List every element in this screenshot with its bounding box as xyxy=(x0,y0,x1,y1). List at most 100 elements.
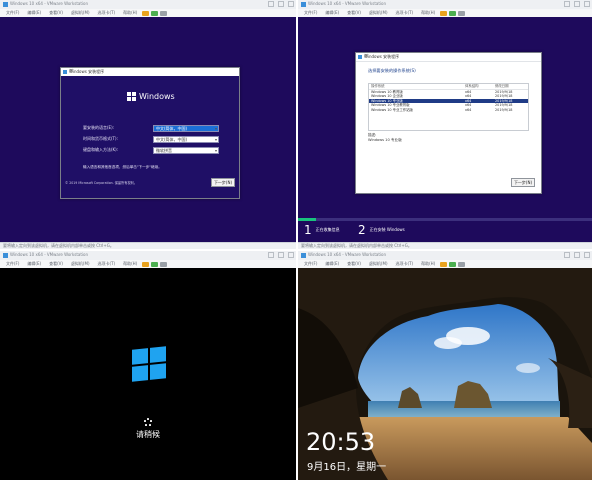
pause-icon[interactable] xyxy=(142,10,150,16)
fullscreen-icon[interactable] xyxy=(160,10,168,16)
menu-help[interactable]: 帮助(H) xyxy=(418,261,438,267)
menu-tabs[interactable]: 选项卡(T) xyxy=(393,10,417,16)
pause-icon[interactable] xyxy=(440,10,448,16)
next-button[interactable]: 下一步(N) xyxy=(211,178,235,187)
time-format-select[interactable]: 中文(简体，中国) ▾ xyxy=(153,135,219,143)
setup-body: Windows 要安装的语言(E): 中文(简体，中国) ▾ 时间和货币格式(T)… xyxy=(61,76,239,198)
menu-tabs[interactable]: 选项卡(T) xyxy=(95,261,119,267)
menu-help[interactable]: 帮助(H) xyxy=(120,261,140,267)
menu-view[interactable]: 查看(V) xyxy=(46,10,66,16)
maximize-button[interactable] xyxy=(278,1,284,7)
chevron-down-icon: ▾ xyxy=(214,147,217,153)
snapshot-icon[interactable] xyxy=(151,10,159,16)
dialog-close-icon[interactable]: × xyxy=(69,68,237,74)
close-button[interactable] xyxy=(288,1,294,7)
menu-edit[interactable]: 编辑(E) xyxy=(322,10,342,16)
fullscreen-icon[interactable] xyxy=(458,10,466,16)
vm-window-boot: Windows 10 x64 - VMware Workstation 文件(F… xyxy=(0,251,296,480)
menu-file[interactable]: 文件(F) xyxy=(3,10,22,16)
menu-tabs[interactable]: 选项卡(T) xyxy=(95,10,119,16)
menu-view[interactable]: 查看(V) xyxy=(344,10,364,16)
dialog-titlebar: Windows 安装程序 × xyxy=(356,53,541,62)
menu-help[interactable]: 帮助(H) xyxy=(418,10,438,16)
vm-display[interactable]: Windows 安装程序 × 选择要安装的操作系统(S) 操作系统 体系结构 修… xyxy=(298,17,592,243)
col-arch: 体系结构 xyxy=(465,84,479,88)
keyboard-field-row: 键盘和输入方法(K): 微软拼音 ▾ xyxy=(83,146,219,154)
snapshot-icon[interactable] xyxy=(151,261,159,267)
snapshot-icon[interactable] xyxy=(449,10,457,16)
lockscreen-time: 20:53 xyxy=(306,428,376,456)
pause-icon[interactable] xyxy=(440,261,448,267)
menu-file[interactable]: 文件(F) xyxy=(3,261,22,267)
edition-name: Windows 10 专业工作站版 xyxy=(371,107,413,112)
minimize-button[interactable] xyxy=(564,1,570,7)
vmware-app-icon xyxy=(301,253,306,258)
menu-file[interactable]: 文件(F) xyxy=(301,10,320,16)
menu-vm[interactable]: 虚拟机(M) xyxy=(366,10,391,16)
minimize-button[interactable] xyxy=(268,252,274,258)
menu-edit[interactable]: 编辑(E) xyxy=(24,261,44,267)
setup-icon xyxy=(63,70,67,74)
col-date: 修改日期 xyxy=(495,84,509,88)
keyboard-label: 键盘和输入方法(K): xyxy=(83,147,119,152)
maximize-button[interactable] xyxy=(574,1,580,7)
windows-setup-dialog: Windows 安装程序 × 选择要安装的操作系统(S) 操作系统 体系结构 修… xyxy=(355,52,542,194)
menu-vm[interactable]: 虚拟机(M) xyxy=(68,10,93,16)
windows-logo-icon xyxy=(132,346,166,382)
menu-help[interactable]: 帮助(H) xyxy=(120,10,140,16)
vm-statusbar: 要将输入定向到该虚拟机，请在虚拟机内部单击或按 Ctrl+G。 xyxy=(298,242,592,249)
maximize-button[interactable] xyxy=(278,252,284,258)
vm-menubar: 文件(F) 编辑(E) 查看(V) 虚拟机(M) 选项卡(T) 帮助(H) xyxy=(0,260,296,268)
pause-icon[interactable] xyxy=(142,261,150,267)
close-button[interactable] xyxy=(584,252,590,258)
fullscreen-icon[interactable] xyxy=(458,261,466,267)
menu-edit[interactable]: 编辑(E) xyxy=(24,10,44,16)
vm-status-text: 要将输入定向到该虚拟机，请在虚拟机内部单击或按 Ctrl+G。 xyxy=(301,243,412,248)
step-number: 1 xyxy=(304,223,312,237)
minimize-button[interactable] xyxy=(268,1,274,7)
lockscreen-display[interactable]: 20:53 9月16日，星期一 xyxy=(298,268,592,480)
step-label: 正在安装 Windows xyxy=(369,227,405,232)
next-button[interactable]: 下一步(N) xyxy=(511,178,535,187)
menu-view[interactable]: 查看(V) xyxy=(344,261,364,267)
menu-view[interactable]: 查看(V) xyxy=(46,261,66,267)
dialog-close-icon[interactable]: × xyxy=(364,53,539,59)
menu-vm[interactable]: 虚拟机(M) xyxy=(366,261,391,267)
close-button[interactable] xyxy=(584,1,590,7)
vmware-app-icon xyxy=(301,2,306,7)
close-button[interactable] xyxy=(288,252,294,258)
vm-window-edition-select: Windows 10 x64 - VMware Workstation 文件(F… xyxy=(298,0,592,249)
menu-file[interactable]: 文件(F) xyxy=(301,261,320,267)
list-item[interactable]: Windows 10 专业工作站版 x64 2019/9/18 xyxy=(369,108,528,113)
edition-arch: x64 xyxy=(465,107,472,112)
chevron-down-icon: ▾ xyxy=(214,136,217,142)
vm-window-title: Windows 10 x64 - VMware Workstation xyxy=(308,252,387,257)
please-wait-text: 请稍候 xyxy=(136,430,160,439)
windows-brand-text: Windows xyxy=(139,92,175,101)
maximize-button[interactable] xyxy=(574,252,580,258)
menu-tabs[interactable]: 选项卡(T) xyxy=(393,261,417,267)
chevron-down-icon: ▾ xyxy=(214,125,217,131)
time-format-label: 时间和货币格式(T): xyxy=(83,136,118,141)
fullscreen-icon[interactable] xyxy=(160,261,168,267)
vmware-app-icon xyxy=(3,2,8,7)
vm-display[interactable]: Windows 安装程序 × Windows 要安装的语言(E): 中文(简体，… xyxy=(0,17,296,243)
language-field-row: 要安装的语言(E): 中文(简体，中国) ▾ xyxy=(83,124,219,132)
snapshot-icon[interactable] xyxy=(449,261,457,267)
keyboard-select[interactable]: 微软拼音 ▾ xyxy=(153,146,219,154)
time-format-value: 中文(简体，中国) xyxy=(156,136,188,142)
vm-display[interactable]: 请稍候 xyxy=(0,268,296,480)
menu-edit[interactable]: 编辑(E) xyxy=(322,261,342,267)
vm-window-lockscreen: Windows 10 x64 - VMware Workstation 文件(F… xyxy=(298,251,592,480)
language-select[interactable]: 中文(简体，中国) ▾ xyxy=(153,124,219,132)
progress-track xyxy=(298,218,592,221)
menu-vm[interactable]: 虚拟机(M) xyxy=(68,261,93,267)
vm-statusbar: 要将输入定向到该虚拟机，请在虚拟机内部单击或按 Ctrl+G。 xyxy=(0,242,296,249)
setup-icon xyxy=(358,55,362,59)
window-controls xyxy=(268,1,294,7)
language-value: 中文(简体，中国) xyxy=(156,125,188,131)
windows-brand: Windows xyxy=(127,92,175,101)
minimize-button[interactable] xyxy=(564,252,570,258)
window-controls xyxy=(564,1,590,7)
vm-window-language-setup: Windows 10 x64 - VMware Workstation 文件(F… xyxy=(0,0,296,249)
